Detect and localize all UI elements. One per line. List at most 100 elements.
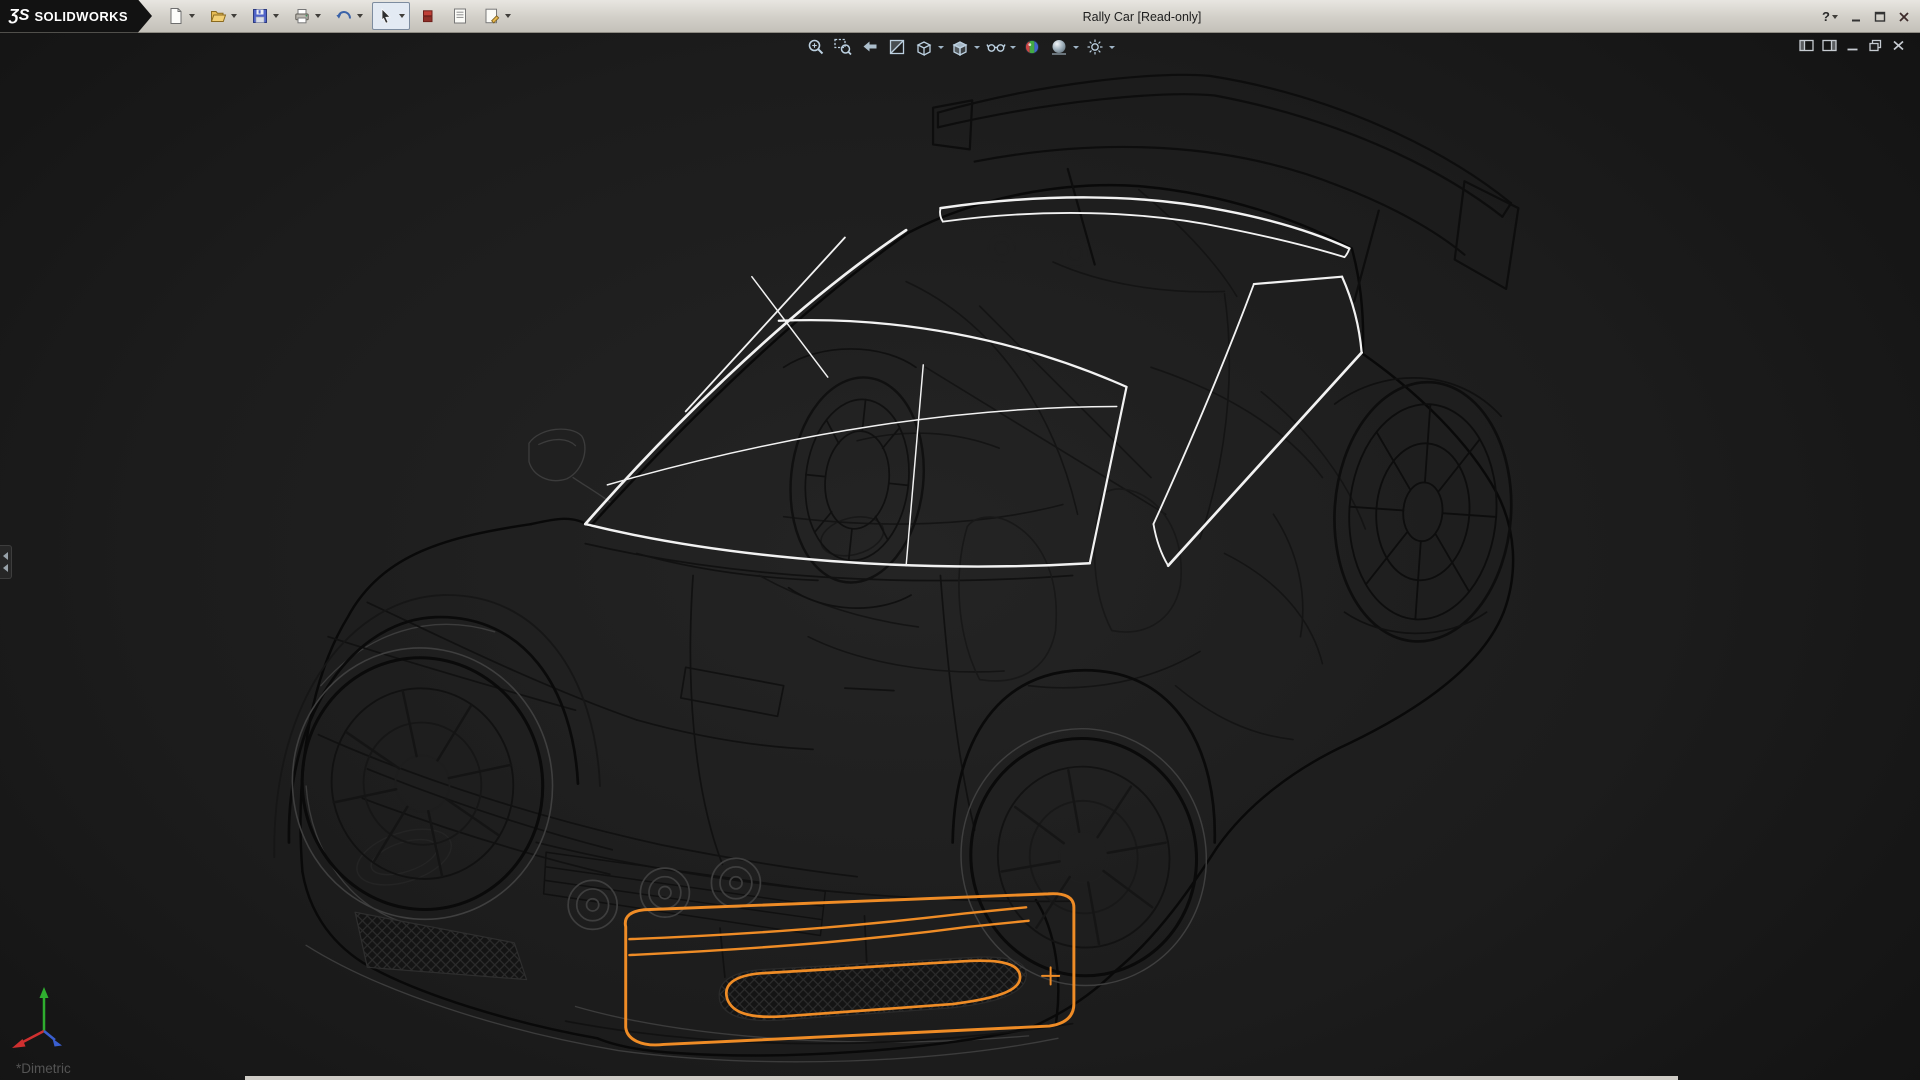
display-style-button[interactable] xyxy=(949,35,971,59)
hide-show-items-group xyxy=(985,35,1016,59)
apply-scene-group xyxy=(1048,35,1079,59)
rebuild-button[interactable] xyxy=(417,4,439,28)
print-button[interactable] xyxy=(291,4,313,28)
chevron-down-icon xyxy=(357,14,363,18)
collapse-left-icon xyxy=(3,564,8,572)
new-dropdown[interactable] xyxy=(187,4,197,28)
options-button-group xyxy=(478,2,516,30)
file-properties-icon xyxy=(451,7,469,25)
status-strip xyxy=(245,1076,1678,1080)
tile-right-button[interactable] xyxy=(1821,38,1837,53)
undo-button[interactable] xyxy=(333,4,355,28)
appearance-ball-icon xyxy=(1022,37,1042,57)
chevron-down-icon xyxy=(1832,15,1838,19)
maximize-icon xyxy=(1874,11,1886,23)
heads-up-view-toolbar xyxy=(805,35,1115,59)
new-button[interactable] xyxy=(165,4,187,28)
printer-icon xyxy=(293,7,311,25)
menu-bar-toolbar xyxy=(162,2,516,30)
view-orientation-button[interactable] xyxy=(913,35,935,59)
open-dropdown[interactable] xyxy=(229,4,239,28)
display-style-cube-icon xyxy=(950,37,970,57)
view-settings-dropdown[interactable] xyxy=(1107,35,1115,59)
chevron-down-icon xyxy=(505,14,511,18)
title-bar: ƷS SOLIDWORKS xyxy=(0,0,1920,33)
view-settings-group xyxy=(1084,35,1115,59)
edit-appearance-button[interactable] xyxy=(1021,35,1043,59)
view-orientation-group xyxy=(913,35,944,59)
view-orientation-dropdown[interactable] xyxy=(936,35,944,59)
view-settings-button[interactable] xyxy=(1084,35,1106,59)
apply-scene-button[interactable] xyxy=(1048,35,1070,59)
doc-minimize-button[interactable] xyxy=(1844,38,1860,53)
scene-sphere-icon xyxy=(1049,37,1069,57)
rebuild-icon xyxy=(419,7,437,25)
doc-close-icon xyxy=(1891,39,1906,52)
save-button[interactable] xyxy=(249,4,271,28)
undo-dropdown[interactable] xyxy=(355,4,365,28)
view-orientation-label: *Dimetric xyxy=(16,1061,71,1076)
chevron-down-icon xyxy=(1010,46,1016,49)
chevron-down-icon xyxy=(1109,46,1115,49)
doc-minimize-icon xyxy=(1845,39,1860,52)
close-icon xyxy=(1898,11,1910,23)
feature-manager-collapse-tab[interactable] xyxy=(0,545,12,579)
view-settings-icon xyxy=(1085,37,1105,57)
close-button[interactable] xyxy=(1893,8,1914,25)
chevron-down-icon xyxy=(315,14,321,18)
save-button-group xyxy=(246,2,284,30)
display-style-group xyxy=(949,35,980,59)
zoom-area-icon xyxy=(833,37,853,57)
previous-view-icon xyxy=(860,37,880,57)
chevron-down-icon xyxy=(399,14,405,18)
car-wireframe xyxy=(267,75,1520,1062)
chevron-down-icon xyxy=(273,14,279,18)
hide-show-items-button[interactable] xyxy=(985,35,1007,59)
view-orientation-cube-icon xyxy=(914,37,934,57)
maximize-button[interactable] xyxy=(1869,8,1890,25)
chevron-down-icon xyxy=(231,14,237,18)
tile-left-button[interactable] xyxy=(1798,38,1814,53)
undo-arrow-icon xyxy=(335,7,353,25)
print-button-group xyxy=(288,2,326,30)
section-view-button[interactable] xyxy=(886,35,908,59)
file-properties-button[interactable] xyxy=(449,4,471,28)
new-button-group xyxy=(162,2,200,30)
reference-triad[interactable] xyxy=(6,979,76,1054)
new-document-icon xyxy=(167,7,185,25)
chevron-down-icon xyxy=(189,14,195,18)
zoom-area-button[interactable] xyxy=(832,35,854,59)
chevron-down-icon xyxy=(938,46,944,49)
select-button[interactable] xyxy=(375,4,397,28)
apply-scene-dropdown[interactable] xyxy=(1071,35,1079,59)
options-button[interactable] xyxy=(481,4,503,28)
triad-y-arrow xyxy=(40,987,49,998)
doc-close-button[interactable] xyxy=(1890,38,1906,53)
print-dropdown[interactable] xyxy=(313,4,323,28)
glasses-icon xyxy=(986,37,1006,57)
options-icon xyxy=(483,7,501,25)
save-dropdown[interactable] xyxy=(271,4,281,28)
previous-view-button[interactable] xyxy=(859,35,881,59)
select-dropdown[interactable] xyxy=(397,4,407,28)
select-cursor-icon xyxy=(377,7,395,25)
triad-x-axis xyxy=(21,1031,44,1043)
options-dropdown[interactable] xyxy=(503,4,513,28)
minimize-button[interactable] xyxy=(1845,8,1866,25)
highlighted-edges xyxy=(585,197,1361,566)
tile-left-icon xyxy=(1799,39,1814,52)
graphics-viewport[interactable]: *Dimetric xyxy=(0,33,1920,1080)
open-button[interactable] xyxy=(207,4,229,28)
collapse-left-icon xyxy=(3,552,8,560)
brand-name: SOLIDWORKS xyxy=(34,9,128,24)
graphics-area[interactable] xyxy=(0,33,1920,1080)
save-floppy-icon xyxy=(251,7,269,25)
display-style-dropdown[interactable] xyxy=(972,35,980,59)
help-icon: ? xyxy=(1822,9,1830,24)
file-properties-button-group xyxy=(446,2,474,30)
zoom-to-fit-button[interactable] xyxy=(805,35,827,59)
help-button[interactable]: ? xyxy=(1818,9,1842,24)
3ds-logo-icon: ƷS xyxy=(9,7,29,25)
hide-show-items-dropdown[interactable] xyxy=(1008,35,1016,59)
doc-restore-button[interactable] xyxy=(1867,38,1883,53)
